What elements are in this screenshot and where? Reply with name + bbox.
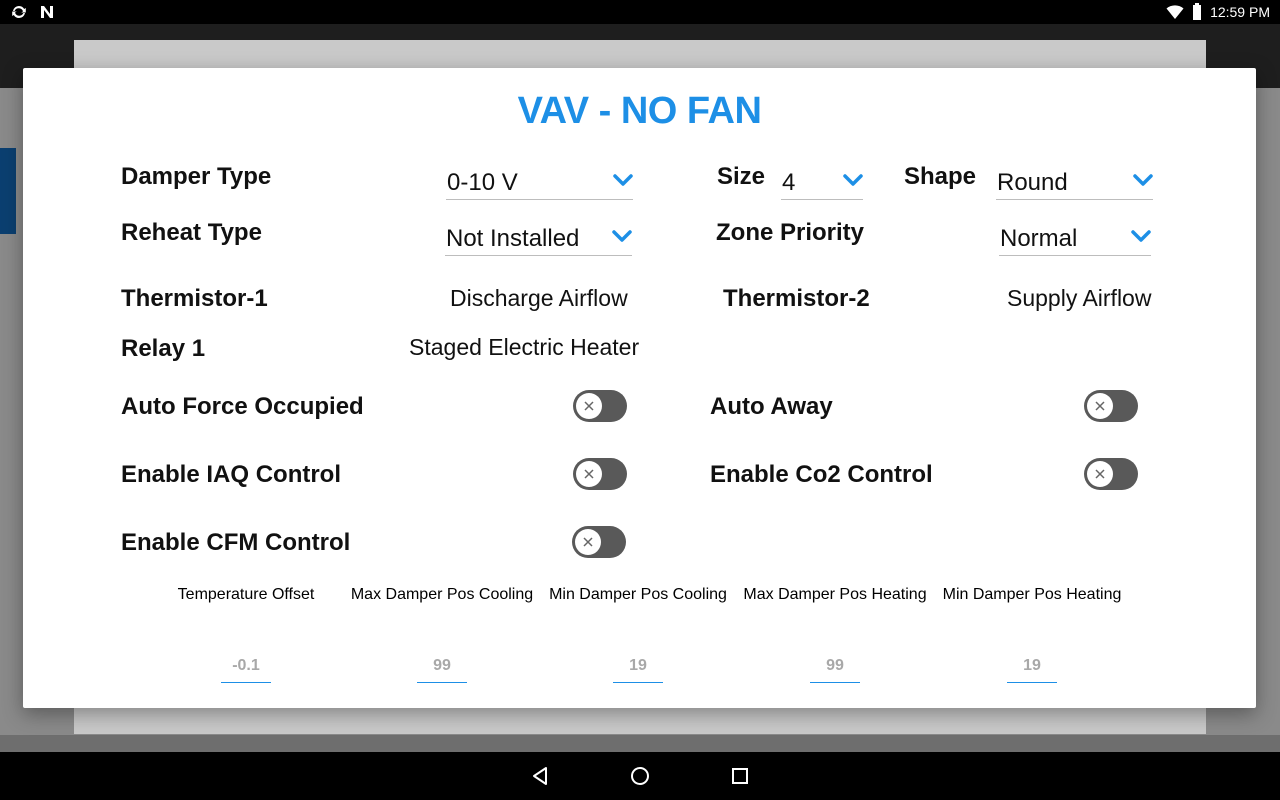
dialog-title: VAV - NO FAN (517, 90, 762, 132)
enable-iaq-control-toggle[interactable] (573, 458, 627, 490)
relay-1-value: Staged Electric Heater (409, 334, 640, 360)
reheat-type-label: Reheat Type (121, 219, 262, 246)
zone-priority-value: Normal (1000, 225, 1078, 252)
navigation-bar (0, 752, 1280, 800)
size-label: Size (717, 163, 766, 190)
enable-iaq-control-label: Enable IAQ Control (121, 461, 342, 488)
min-damper-pos-heating-value: 19 (1023, 657, 1041, 674)
temperature-offset-label: Temperature Offset (177, 586, 315, 603)
temperature-offset-value: -0.1 (232, 657, 260, 674)
chevron-down-icon (1133, 172, 1153, 188)
shape-label: Shape (904, 163, 977, 190)
min-damper-pos-cooling-field[interactable]: 19 (613, 653, 663, 683)
auto-away-label: Auto Away (710, 393, 833, 420)
zone-priority-label: Zone Priority (716, 219, 865, 246)
size-dropdown[interactable]: 4 (781, 162, 863, 200)
max-damper-pos-heating-label: Max Damper Pos Heating (743, 586, 927, 603)
auto-force-occupied-label: Auto Force Occupied (121, 393, 364, 420)
thermistor-1-label: Thermistor-1 (121, 285, 268, 312)
min-damper-pos-heating-field[interactable]: 19 (1007, 653, 1057, 683)
enable-cfm-control-label: Enable CFM Control (121, 529, 351, 556)
vav-config-dialog: VAV - NO FAN Damper Type 0-10 V Size 4 S… (23, 68, 1256, 708)
chevron-down-icon (613, 172, 633, 188)
wifi-icon (1166, 3, 1184, 21)
min-damper-pos-cooling-label: Min Damper Pos Cooling (549, 586, 727, 603)
zone-priority-dropdown[interactable]: Normal (999, 218, 1151, 256)
damper-type-label: Damper Type (121, 163, 272, 190)
notification-n-icon (38, 3, 56, 21)
background-app-footer (0, 735, 1280, 752)
chevron-down-icon (843, 172, 863, 188)
shape-dropdown[interactable]: Round (996, 162, 1153, 200)
shape-value: Round (997, 169, 1068, 196)
close-icon (583, 537, 593, 547)
enable-cfm-control-toggle[interactable] (572, 526, 626, 558)
auto-force-occupied-toggle[interactable] (573, 390, 627, 422)
max-damper-pos-cooling-label: Max Damper Pos Cooling (350, 586, 534, 603)
chevron-down-icon (612, 228, 632, 244)
back-icon[interactable] (528, 764, 552, 788)
size-value: 4 (782, 169, 796, 196)
close-icon (584, 401, 594, 411)
thermistor-2-value: Supply Airflow (1007, 285, 1152, 311)
damper-type-dropdown[interactable]: 0-10 V (446, 162, 633, 200)
max-damper-pos-heating-field[interactable]: 99 (810, 653, 860, 683)
auto-away-toggle[interactable] (1084, 390, 1138, 422)
chevron-down-icon (1131, 228, 1151, 244)
reheat-type-dropdown[interactable]: Not Installed (445, 218, 632, 256)
status-time: 12:59 PM (1210, 4, 1270, 20)
status-bar: 12:59 PM (0, 0, 1280, 24)
min-damper-pos-cooling-value: 19 (629, 657, 647, 674)
background-app-accent (0, 148, 16, 234)
sync-icon (10, 3, 28, 21)
enable-co2-control-label: Enable Co2 Control (710, 461, 933, 488)
damper-type-value: 0-10 V (447, 169, 518, 196)
min-damper-pos-heating-label: Min Damper Pos Heating (942, 586, 1122, 603)
thermistor-2-label: Thermistor-2 (723, 285, 870, 312)
max-damper-pos-heating-value: 99 (826, 657, 844, 674)
close-icon (1095, 401, 1105, 411)
close-icon (1095, 469, 1105, 479)
enable-co2-control-toggle[interactable] (1084, 458, 1138, 490)
max-damper-pos-cooling-field[interactable]: 99 (417, 653, 467, 683)
close-icon (584, 469, 594, 479)
recents-icon[interactable] (728, 764, 752, 788)
thermistor-1-value: Discharge Airflow (450, 285, 628, 311)
battery-icon (1192, 3, 1202, 21)
max-damper-pos-cooling-value: 99 (433, 657, 451, 674)
relay-1-label: Relay 1 (121, 335, 206, 362)
reheat-type-value: Not Installed (446, 225, 580, 252)
home-icon[interactable] (628, 764, 652, 788)
temperature-offset-field[interactable]: -0.1 (221, 653, 271, 683)
